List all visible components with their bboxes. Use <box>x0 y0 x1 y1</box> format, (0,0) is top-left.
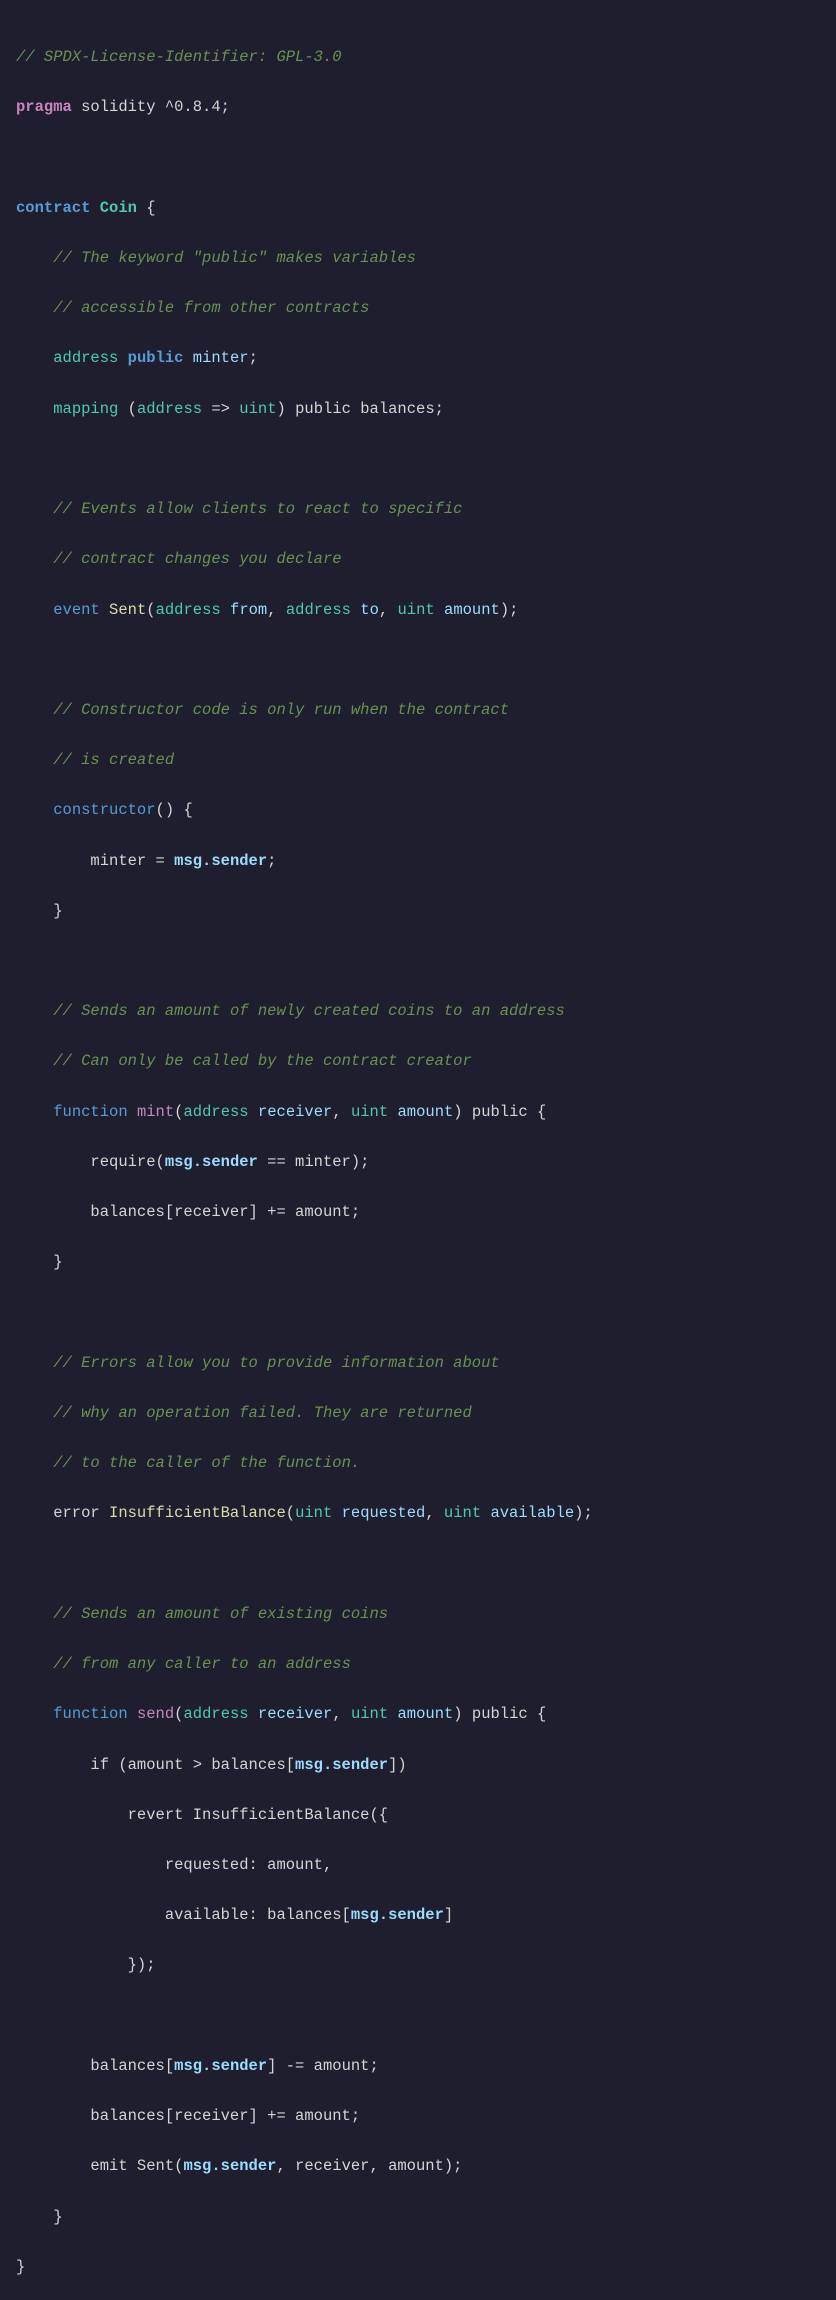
receiver-param-2: receiver <box>258 1705 332 1723</box>
msg-sender-6: msg.sender <box>183 2157 276 2175</box>
comment-events-2: // contract changes you declare <box>53 550 341 568</box>
contract-name: Coin <box>100 199 137 217</box>
to-param: to <box>360 601 379 619</box>
available-param: available <box>490 1504 574 1522</box>
uint-type6: uint <box>351 1705 388 1723</box>
constructor-keyword: constructor <box>53 801 155 819</box>
mint-function-name: mint <box>137 1103 174 1121</box>
comment-errors-3: // to the caller of the function. <box>53 1454 360 1472</box>
msg-sender-1: msg.sender <box>174 852 267 870</box>
address-type2: address <box>137 400 202 418</box>
sent-event-name: Sent <box>109 601 146 619</box>
pragma-keyword: pragma <box>16 98 72 116</box>
msg-sender-5: msg.sender <box>174 2057 267 2075</box>
address-type4: address <box>286 601 351 619</box>
uint-type: uint <box>239 400 276 418</box>
comment-constructor-1: // Constructor code is only run when the… <box>53 701 509 719</box>
contract-keyword: contract <box>16 199 90 217</box>
msg-sender-2: msg.sender <box>165 1153 258 1171</box>
public-keyword: public <box>128 349 184 367</box>
address-type5: address <box>183 1103 248 1121</box>
address-type6: address <box>183 1705 248 1723</box>
comment-events-1: // Events allow clients to react to spec… <box>53 500 462 518</box>
license-comment: // SPDX-License-Identifier: GPL-3.0 <box>16 48 342 66</box>
from-param: from <box>230 601 267 619</box>
amount-param: amount <box>444 601 500 619</box>
comment-constructor-2: // is created <box>53 751 174 769</box>
comment-mint-1: // Sends an amount of newly created coin… <box>53 1002 565 1020</box>
function-keyword-2: function <box>53 1705 127 1723</box>
uint-type4: uint <box>295 1504 332 1522</box>
comment-mint-2: // Can only be called by the contract cr… <box>53 1052 472 1070</box>
uint-type2: uint <box>398 601 435 619</box>
comment-errors-1: // Errors allow you to provide informati… <box>53 1354 499 1372</box>
code-editor: // SPDX-License-Identifier: GPL-3.0 prag… <box>16 20 820 2280</box>
msg-sender-3: msg.sender <box>295 1756 388 1774</box>
comment-send-1: // Sends an amount of existing coins <box>53 1605 388 1623</box>
uint-type5: uint <box>444 1504 481 1522</box>
comment-public-2: // accessible from other contracts <box>53 299 369 317</box>
amount-param-3: amount <box>397 1705 453 1723</box>
mapping-keyword: mapping <box>53 400 118 418</box>
requested-param: requested <box>342 1504 426 1522</box>
comment-send-2: // from any caller to an address <box>53 1655 351 1673</box>
receiver-param-1: receiver <box>258 1103 332 1121</box>
send-function-name: send <box>137 1705 174 1723</box>
event-keyword: event <box>53 601 100 619</box>
amount-param-2: amount <box>397 1103 453 1121</box>
function-keyword-1: function <box>53 1103 127 1121</box>
minter-var: minter <box>183 349 248 367</box>
address-type3: address <box>156 601 221 619</box>
msg-sender-4: msg.sender <box>351 1906 444 1924</box>
uint-type3: uint <box>351 1103 388 1121</box>
comment-public-1: // The keyword "public" makes variables <box>53 249 416 267</box>
insufficient-balance-error: InsufficientBalance <box>109 1504 286 1522</box>
pragma-rest: solidity ^0.8.4; <box>72 98 230 116</box>
comment-errors-2: // why an operation failed. They are ret… <box>53 1404 472 1422</box>
address-type: address <box>53 349 118 367</box>
